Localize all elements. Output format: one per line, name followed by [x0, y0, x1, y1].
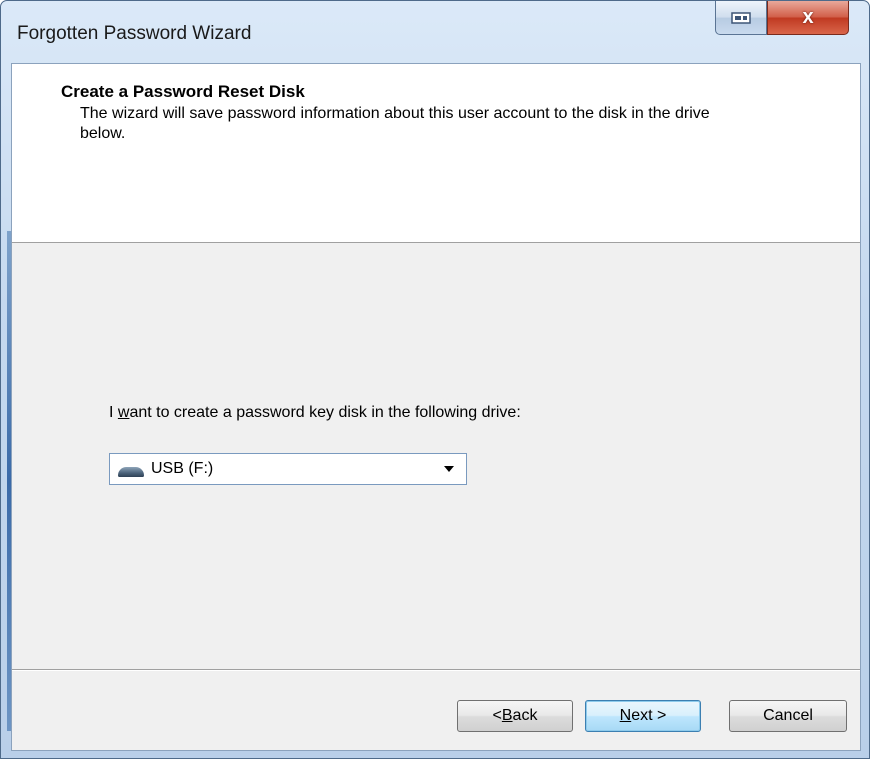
- drive-select-value: USB (F:): [151, 460, 214, 477]
- wizard-body: Create a Password Reset Disk The wizard …: [11, 63, 861, 751]
- back-button-accelerator: B: [501, 707, 513, 724]
- close-button[interactable]: x: [767, 1, 849, 35]
- back-button-prefix: <: [492, 707, 502, 724]
- page-description: The wizard will save password informatio…: [80, 105, 710, 142]
- back-button-rest: ack: [512, 707, 538, 724]
- title-bar[interactable]: Forgotten Password Wizard x: [1, 1, 869, 63]
- next-button[interactable]: Next >: [585, 700, 701, 732]
- wizard-window: Forgotten Password Wizard x Create a Pas…: [0, 0, 870, 759]
- drive-select[interactable]: USB (F:): [109, 453, 467, 485]
- restore-button[interactable]: [715, 1, 767, 35]
- window-title: Forgotten Password Wizard: [17, 23, 252, 44]
- drive-prompt-rest: ant to create a password key disk in the…: [129, 404, 521, 421]
- chevron-down-icon[interactable]: [444, 466, 454, 472]
- drive-prompt-accelerator: w: [117, 404, 130, 421]
- back-button[interactable]: < Back: [457, 700, 573, 732]
- drive-prompt-label: I want to create a password key disk in …: [109, 404, 521, 422]
- next-button-accelerator: N: [619, 707, 632, 724]
- restore-icon: [731, 11, 751, 24]
- page-heading: Create a Password Reset Disk: [61, 82, 305, 101]
- cancel-button[interactable]: Cancel: [729, 700, 847, 732]
- drive-prompt-prefix: I: [109, 404, 118, 421]
- wizard-header: Create a Password Reset Disk The wizard …: [12, 64, 860, 243]
- footer-separator: [12, 669, 860, 671]
- usb-drive-icon: [118, 467, 144, 477]
- close-icon: x: [802, 6, 814, 28]
- next-button-rest: ext >: [631, 707, 667, 724]
